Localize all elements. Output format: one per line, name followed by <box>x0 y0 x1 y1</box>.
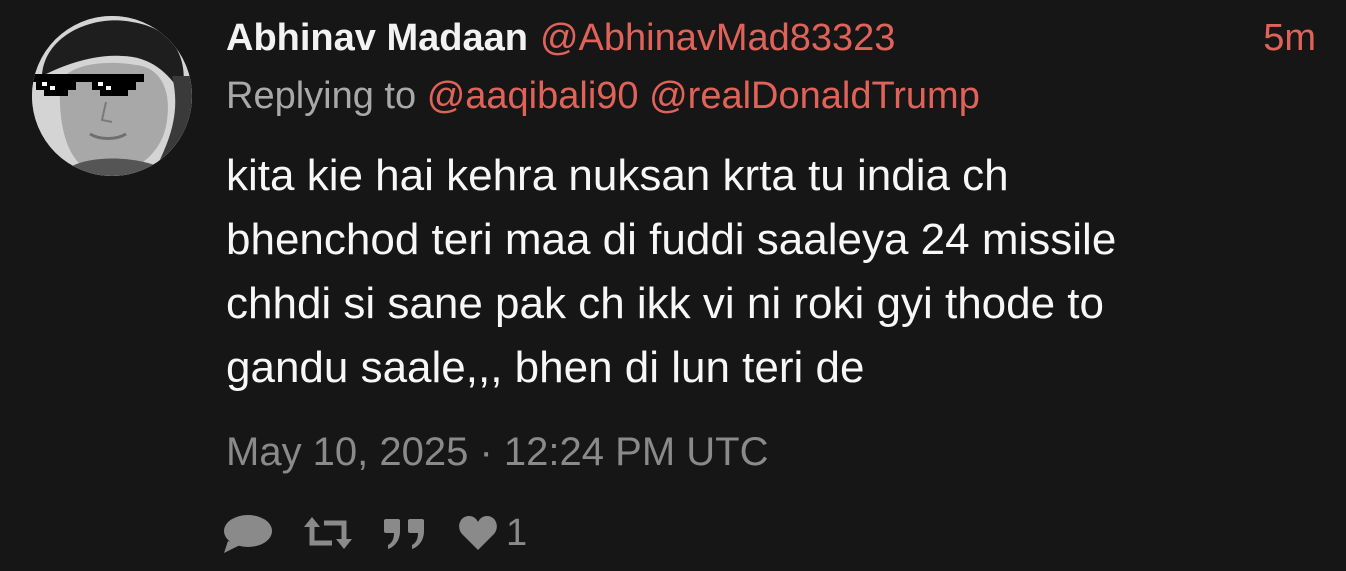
reply-button[interactable] <box>222 513 274 553</box>
tweet-content-line: bhenchod teri maa di fuddi saaleya 24 mi… <box>226 215 1117 264</box>
avatar[interactable] <box>32 16 192 176</box>
tweet-content: kita kie hai kehra nuksan krta tu india … <box>226 144 1316 400</box>
heart-icon <box>458 514 498 552</box>
quote-icon <box>382 513 430 553</box>
like-button[interactable]: 1 <box>458 510 527 556</box>
tweet: Abhinav Madaan @AbhinavMad83323 5m Replyi… <box>0 0 1346 571</box>
tweet-header: Abhinav Madaan @AbhinavMad83323 5m <box>226 14 1316 62</box>
replying-to: Replying to @aaqibali90 @realDonaldTrump <box>226 72 980 120</box>
tweet-time[interactable]: 5m <box>1263 14 1316 62</box>
username[interactable]: @AbhinavMad83323 <box>540 17 896 59</box>
reply-mention-realdonaldtrump[interactable]: @realDonaldTrump <box>649 75 980 117</box>
tweet-content-line: chhdi si sane pak ch ikk vi ni roki gyi … <box>226 279 1105 328</box>
tweet-content-line: gandu saale,,, bhen di lun teri de <box>226 343 865 392</box>
replying-prefix: Replying to <box>226 75 417 117</box>
like-count: 1 <box>506 512 528 554</box>
tweet-stats: 1 <box>222 510 555 556</box>
display-name[interactable]: Abhinav Madaan <box>226 17 528 59</box>
quote-button[interactable] <box>382 513 430 553</box>
tweet-date[interactable]: May 10, 2025 · 12:24 PM UTC <box>226 428 768 476</box>
retweet-button[interactable] <box>302 513 354 553</box>
reply-mention-aaqibali90[interactable]: @aaqibali90 <box>427 75 639 117</box>
tweet-content-line: kita kie hai kehra nuksan krta tu india … <box>226 151 1009 200</box>
comment-icon <box>222 513 274 553</box>
retweet-icon <box>302 513 354 553</box>
